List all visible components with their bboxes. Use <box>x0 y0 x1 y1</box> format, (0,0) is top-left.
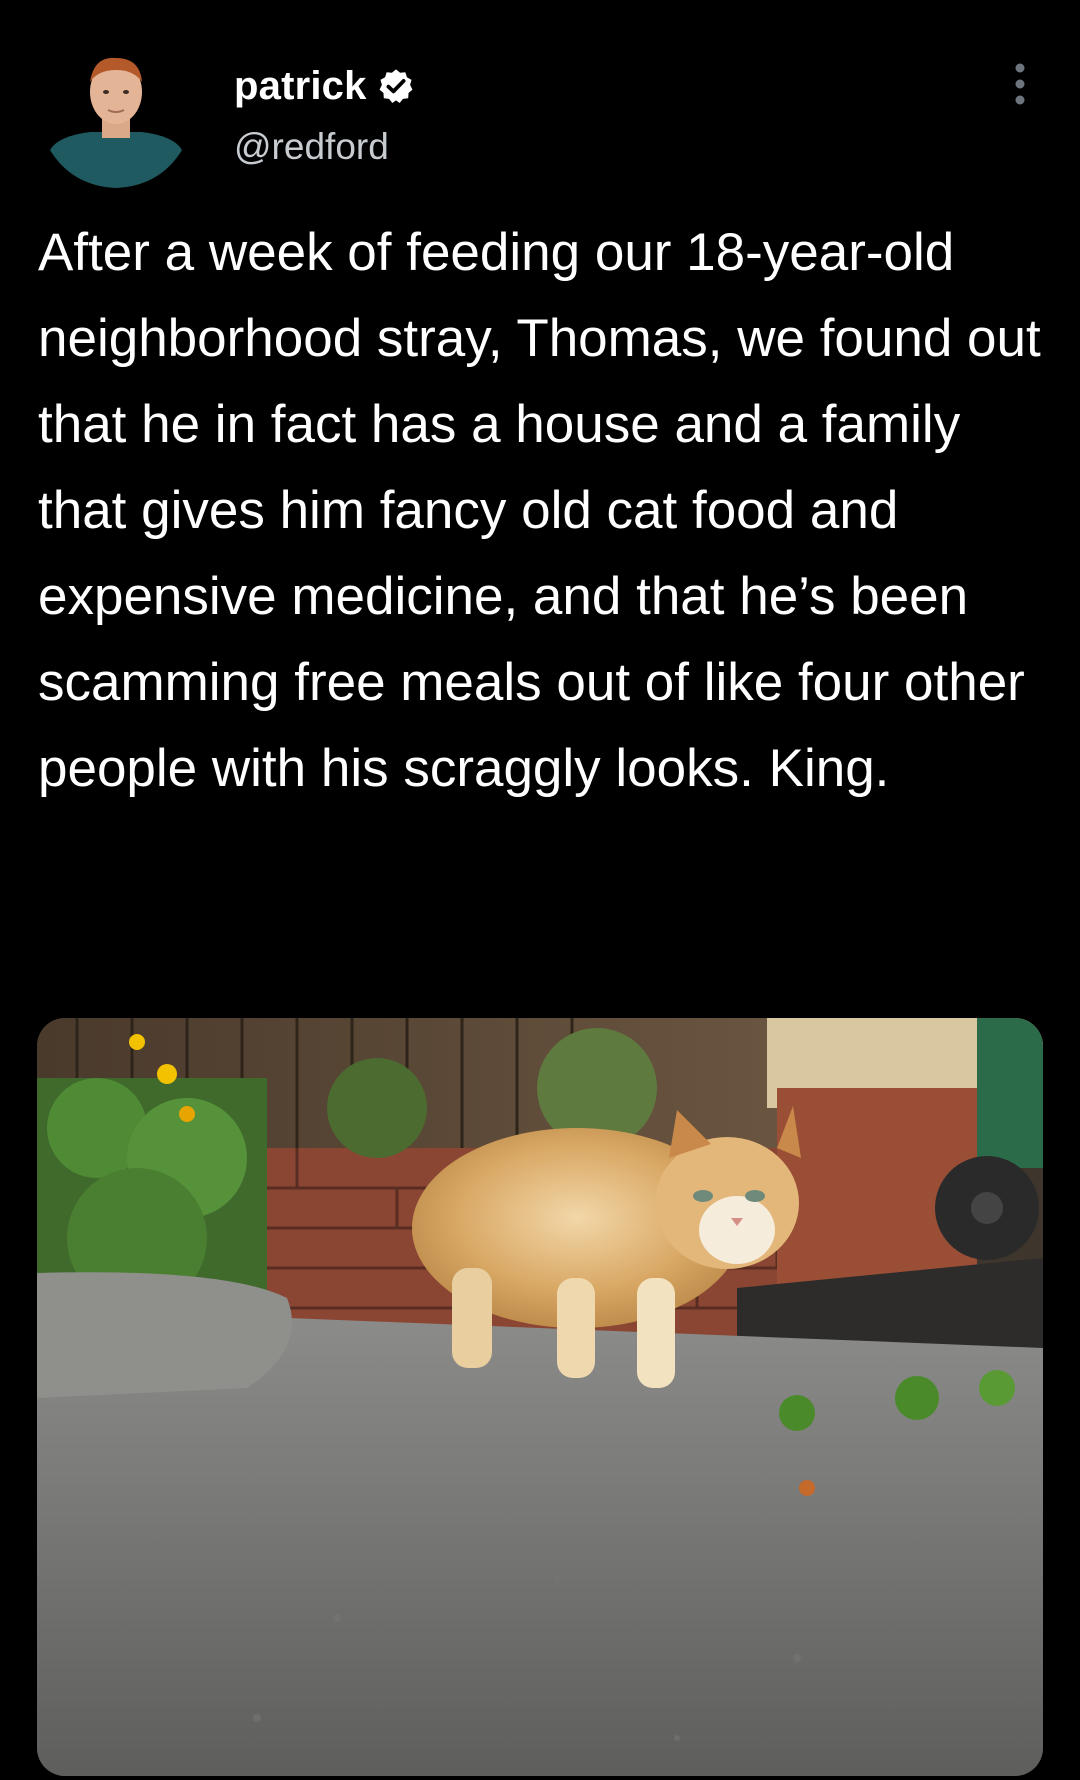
avatar[interactable] <box>50 52 182 200</box>
vertical-ellipsis-icon <box>1015 63 1025 105</box>
cat-photo-image <box>37 1018 1043 1776</box>
profile-photo-icon <box>50 57 182 188</box>
author-display-name[interactable]: patrick <box>234 64 367 109</box>
tweet-text: After a week of feeding our 18-year-old … <box>38 223 1041 798</box>
tweet-photo[interactable] <box>37 1018 1043 1776</box>
more-options-button[interactable] <box>1000 58 1040 110</box>
author-handle[interactable]: @redford <box>234 126 389 168</box>
tweet: patrick @redford After a week of feeding… <box>0 0 1080 1780</box>
verified-badge-icon <box>377 67 415 105</box>
author-name-row: patrick <box>234 62 415 110</box>
